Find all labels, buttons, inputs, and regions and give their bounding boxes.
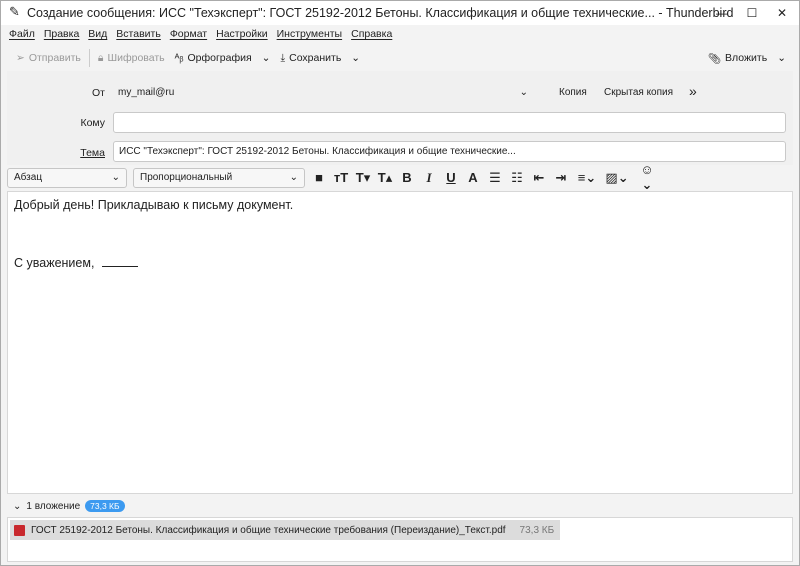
- signature-line: [102, 266, 139, 267]
- to-input[interactable]: [113, 112, 786, 133]
- text-color-icon[interactable]: ■: [311, 170, 327, 185]
- more-recipients-button[interactable]: »: [689, 83, 697, 99]
- menu-insert[interactable]: Вставить: [116, 28, 161, 40]
- chevron-down-icon: ⌄: [111, 172, 120, 183]
- italic-icon[interactable]: I: [421, 170, 437, 186]
- bullet-list-icon[interactable]: ☰: [487, 170, 503, 186]
- spelling-button[interactable]: ᴬᵦ Орфография: [170, 47, 257, 69]
- from-select[interactable]: my_mail@ru ⌄: [113, 83, 533, 103]
- close-button[interactable]: ✕: [767, 1, 797, 25]
- menu-view[interactable]: Вид: [88, 28, 107, 40]
- chevron-down-icon: ⌄: [261, 52, 271, 64]
- menu-file[interactable]: Файл: [9, 28, 35, 40]
- menu-edit[interactable]: Правка: [44, 28, 79, 40]
- attachment-size: 73,3 КБ: [519, 524, 555, 536]
- maximize-button[interactable]: ☐: [737, 1, 767, 25]
- attachment-size-badge: 73,3 КБ: [85, 500, 125, 512]
- pdf-file-icon: [14, 524, 25, 536]
- underline-icon[interactable]: U: [443, 170, 459, 185]
- body-line: С уважением,: [14, 256, 95, 270]
- attachment-bar[interactable]: ⌄ 1 вложение 73,3 КБ: [7, 496, 793, 516]
- cc-button[interactable]: Копия: [559, 87, 587, 98]
- subject-input[interactable]: ИСС "Техэксперт": ГОСТ 25192-2012 Бетоны…: [113, 141, 786, 162]
- spellcheck-icon: ᴬᵦ: [174, 52, 184, 64]
- send-button[interactable]: ➢ Отправить: [11, 47, 86, 69]
- subject-label: Тема: [80, 147, 105, 159]
- save-dropdown[interactable]: ⌄: [346, 47, 365, 69]
- bcc-button[interactable]: Скрытая копия: [604, 87, 673, 98]
- paragraph-format-select[interactable]: Абзац ⌄: [7, 167, 127, 188]
- menu-bar: Файл Правка Вид Вставить Формат Настройк…: [9, 28, 392, 40]
- outdent-icon[interactable]: ⇤: [531, 170, 547, 186]
- to-label: Кому: [80, 117, 105, 129]
- download-icon: ⤓: [280, 51, 286, 64]
- chevron-down-icon: ⌄: [351, 52, 361, 64]
- format-toolbar: Абзац ⌄ Пропорциональный ⌄ ■ ᴛT T▾ T▴ B I …: [7, 162, 793, 192]
- from-label: От: [92, 87, 105, 99]
- pencil-icon: ✎: [9, 4, 20, 19]
- attach-button[interactable]: 📎︎ Вложить: [703, 47, 772, 69]
- numbered-list-icon[interactable]: ☷: [509, 170, 525, 186]
- minimize-button[interactable]: —: [707, 1, 737, 25]
- menu-options[interactable]: Настройки: [216, 28, 268, 40]
- paperclip-icon: 📎︎: [707, 52, 722, 65]
- encrypt-button[interactable]: 🔒︎ Шифровать: [93, 47, 170, 69]
- smaller-text-icon[interactable]: T▾: [355, 170, 371, 186]
- font-select[interactable]: Пропорциональный ⌄: [133, 167, 305, 188]
- chevron-down-icon: ⌄: [13, 500, 22, 512]
- attach-dropdown[interactable]: ⌄: [772, 47, 791, 69]
- emoji-icon[interactable]: ☺⌄: [635, 162, 659, 193]
- bold-icon[interactable]: B: [399, 170, 415, 185]
- attachment-count: 1 вложение: [26, 500, 81, 512]
- chevron-down-icon: ⌄: [289, 172, 298, 183]
- save-button[interactable]: ⤓ Сохранить: [275, 47, 346, 69]
- message-body[interactable]: Добрый день! Прикладываю к письму докуме…: [7, 191, 793, 494]
- chevron-down-icon: ⌄: [777, 52, 786, 64]
- attachment-item[interactable]: ГОСТ 25192-2012 Бетоны. Классификация и …: [10, 520, 561, 540]
- larger-text-icon[interactable]: T▴: [377, 170, 393, 186]
- title-bar: ✎ Создание сообщения: ИСС "Техэксперт": …: [1, 1, 799, 25]
- chevron-down-icon: ⌄: [519, 87, 528, 98]
- spelling-dropdown[interactable]: ⌄: [257, 47, 276, 69]
- menu-tools[interactable]: Инструменты: [277, 28, 342, 40]
- attachment-list: ГОСТ 25192-2012 Бетоны. Классификация и …: [7, 517, 793, 562]
- lock-icon: 🔒︎: [97, 51, 104, 64]
- text-style-icon[interactable]: A: [465, 170, 481, 185]
- divider: [88, 49, 90, 67]
- compose-window: ✎ Создание сообщения: ИСС "Техэксперт": …: [0, 0, 800, 566]
- insert-image-icon[interactable]: ▨⌄: [605, 170, 629, 186]
- main-toolbar: ➢ Отправить 🔒︎ Шифровать ᴬᵦ Орфография ⌄ ⤓ С…: [11, 47, 791, 69]
- font-size-icon[interactable]: ᴛT: [333, 170, 349, 185]
- body-line: Добрый день! Прикладываю к письму докуме…: [14, 198, 294, 212]
- align-icon[interactable]: ≡⌄: [575, 170, 599, 186]
- window-title: Создание сообщения: ИСС "Техэксперт": ГО…: [27, 6, 734, 20]
- attachment-name: ГОСТ 25192-2012 Бетоны. Классификация и …: [31, 524, 506, 536]
- send-icon: ➢: [16, 52, 25, 64]
- message-header: От my_mail@ru ⌄ Копия Скрытая копия » Ком…: [7, 71, 793, 165]
- menu-help[interactable]: Справка: [351, 28, 392, 40]
- indent-icon[interactable]: ⇥: [553, 170, 569, 186]
- menu-format[interactable]: Формат: [170, 28, 207, 40]
